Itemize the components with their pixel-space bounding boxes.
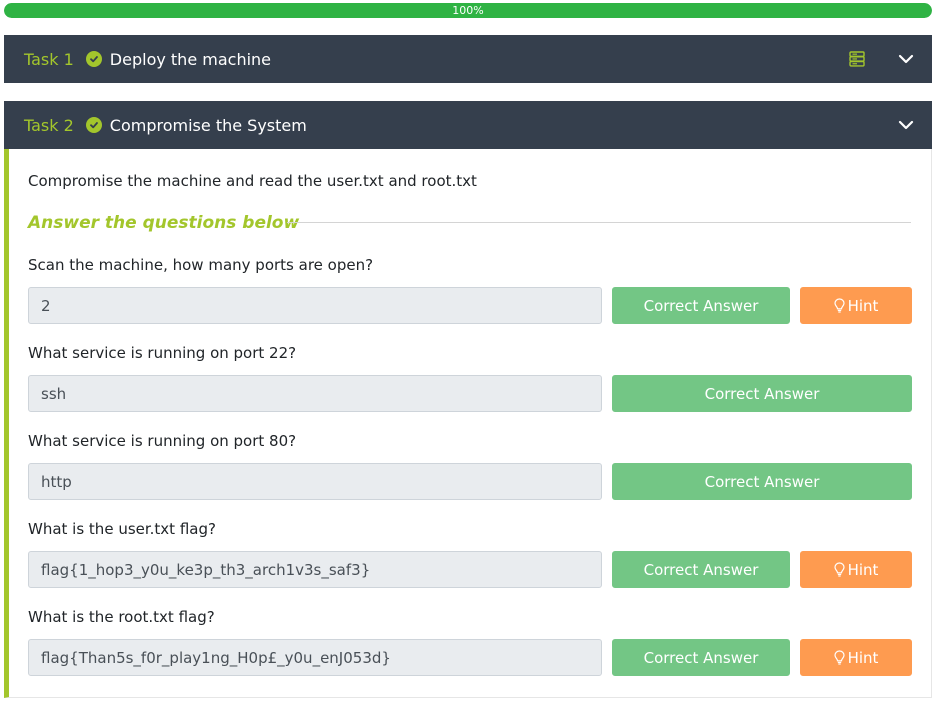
question-4-answer-input[interactable] (28, 551, 602, 588)
question-3-text: What service is running on port 80? (28, 432, 297, 450)
task-1-header[interactable]: Task 1 Deploy the machine (4, 35, 932, 83)
task-2-body: Compromise the machine and read the user… (4, 149, 932, 698)
task-2-header[interactable]: Task 2 Compromise the System (4, 101, 932, 149)
question-4-hint-button[interactable]: Hint (800, 551, 912, 588)
hint-label: Hint (847, 296, 879, 315)
server-icon[interactable] (848, 50, 866, 68)
question-4-text: What is the user.txt flag? (28, 520, 216, 538)
question-1-correct-answer-button[interactable]: Correct Answer (612, 287, 790, 324)
lightbulb-icon (833, 562, 845, 577)
question-5-text: What is the root.txt flag? (28, 608, 215, 626)
question-5-hint-button[interactable]: Hint (800, 639, 912, 676)
question-1-hint-button[interactable]: Hint (800, 287, 912, 324)
check-circle-icon (85, 117, 102, 133)
question-1-text: Scan the machine, how many ports are ope… (28, 256, 374, 274)
answer-heading: Answer the questions below (28, 213, 300, 233)
progress-bar-fill: 100% (4, 3, 932, 18)
task-number: Task 1 (24, 49, 74, 69)
question-2-correct-answer-button[interactable]: Correct Answer (612, 375, 912, 412)
heading-divider (287, 222, 911, 223)
task-title: Deploy the machine (109, 49, 272, 69)
question-3-correct-answer-button[interactable]: Correct Answer (612, 463, 912, 500)
question-5-answer-input[interactable] (28, 639, 602, 676)
chevron-down-icon[interactable] (898, 51, 914, 67)
progress-bar-track: 100% (4, 3, 932, 18)
question-5-correct-answer-button[interactable]: Correct Answer (612, 639, 790, 676)
question-2-answer-input[interactable] (28, 375, 602, 412)
chevron-down-icon[interactable] (898, 117, 914, 133)
task-number: Task 2 (24, 115, 74, 135)
check-circle-icon (85, 51, 102, 67)
lightbulb-icon (833, 650, 845, 665)
task-description: Compromise the machine and read the user… (28, 172, 477, 190)
hint-label: Hint (847, 560, 879, 579)
question-2-text: What service is running on port 22? (28, 344, 297, 362)
question-3-answer-input[interactable] (28, 463, 602, 500)
lightbulb-icon (833, 298, 845, 313)
question-4-correct-answer-button[interactable]: Correct Answer (612, 551, 790, 588)
hint-label: Hint (847, 648, 879, 667)
question-1-answer-input[interactable] (28, 287, 602, 324)
task-title: Compromise the System (109, 115, 307, 135)
